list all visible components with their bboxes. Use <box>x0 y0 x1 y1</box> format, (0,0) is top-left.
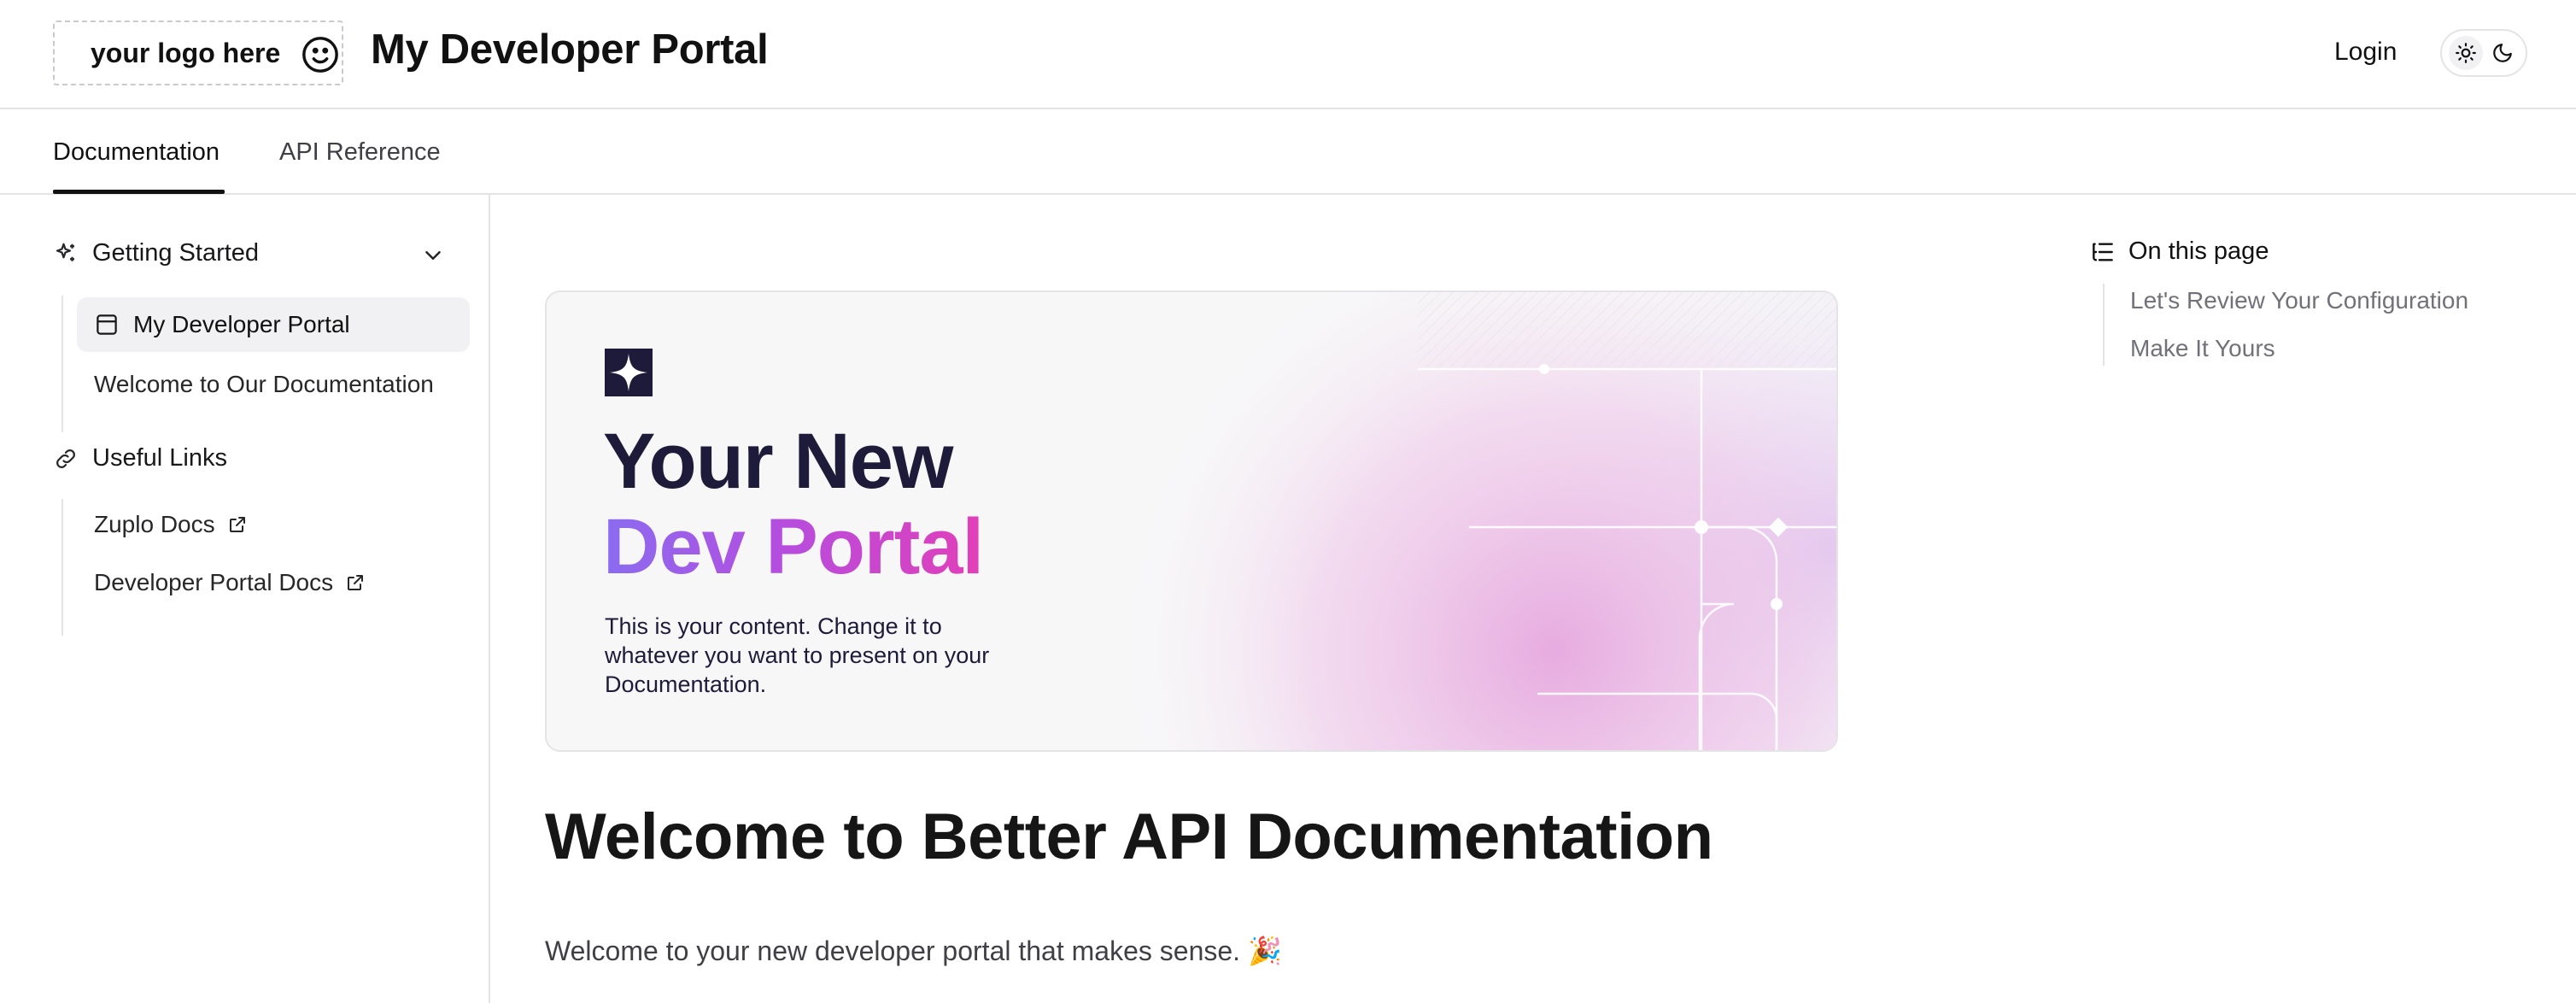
sparkle-logo-icon <box>605 349 653 396</box>
logo-placeholder[interactable]: your logo here <box>53 21 343 85</box>
link-icon <box>56 449 75 468</box>
login-button[interactable]: Login <box>2334 38 2397 67</box>
toc-header: On this page <box>2089 238 2269 266</box>
sidebar-item-my-developer-portal[interactable]: My Developer Portal <box>77 297 470 352</box>
sidebar-item-welcome[interactable]: Welcome to Our Documentation <box>77 357 434 412</box>
toc-title: On this page <box>2128 238 2269 265</box>
sidebar-item-developer-portal-docs[interactable]: Developer Portal Docs <box>77 555 366 610</box>
tab-documentation[interactable]: Documentation <box>53 138 220 167</box>
smiley-icon <box>302 37 338 73</box>
sidebar-item-label: Welcome to Our Documentation <box>94 371 434 397</box>
page-heading: Welcome to Better API Documentation <box>545 801 1713 873</box>
sidebar-group-title: Getting Started <box>92 239 260 267</box>
sidebar-nav: Getting Started My Developer Portal Welc… <box>0 195 490 1003</box>
tab-api-reference[interactable]: API Reference <box>279 138 441 167</box>
light-mode-button[interactable] <box>2448 36 2483 70</box>
logo-text: your logo here <box>91 38 281 68</box>
sidebar-group-title: Useful Links <box>92 444 227 472</box>
sidebar-item-label: My Developer Portal <box>133 311 350 337</box>
hero-banner: Your New Dev Portal This is your content… <box>545 290 1838 752</box>
page-intro: Welcome to your new developer portal tha… <box>545 936 1282 966</box>
theme-toggle[interactable] <box>2440 29 2527 77</box>
top-header: your logo here My Developer Portal Login <box>0 0 2576 109</box>
list-tree-icon <box>2093 242 2113 261</box>
sidebar-item-label: Zuplo Docs <box>94 511 215 537</box>
dark-mode-button[interactable] <box>2485 36 2520 70</box>
sidebar-group-useful-links[interactable]: Useful Links <box>53 444 227 472</box>
sidebar-item-zuplo-docs[interactable]: Zuplo Docs <box>77 497 248 552</box>
hero-description: This is your content. Change it to whate… <box>605 613 990 697</box>
sidebar-item-label: Developer Portal Docs <box>94 569 334 595</box>
top-tabs: Documentation API Reference <box>0 109 2576 195</box>
sidebar-group-getting-started[interactable]: Getting Started <box>53 239 259 267</box>
chevron-down-icon[interactable] <box>420 243 446 268</box>
toc-item-make-it-yours[interactable]: Make It Yours <box>2130 335 2275 362</box>
external-link-icon <box>229 517 245 532</box>
external-link-icon <box>348 575 364 590</box>
moon-icon <box>2492 44 2512 62</box>
layout-icon <box>97 314 117 335</box>
toc-item-review-configuration[interactable]: Let's Review Your Configuration <box>2130 287 2468 314</box>
sparkles-icon <box>56 243 74 261</box>
hero-title-line2: Dev Portal <box>603 503 984 590</box>
sun-icon <box>2455 43 2476 63</box>
active-tab-indicator <box>53 190 225 194</box>
portal-title[interactable]: My Developer Portal <box>371 26 769 73</box>
toc-rail <box>2103 284 2105 366</box>
sidebar-rail <box>61 499 63 636</box>
hero-title-line1: Your New <box>603 418 953 505</box>
sidebar-rail <box>61 296 63 432</box>
